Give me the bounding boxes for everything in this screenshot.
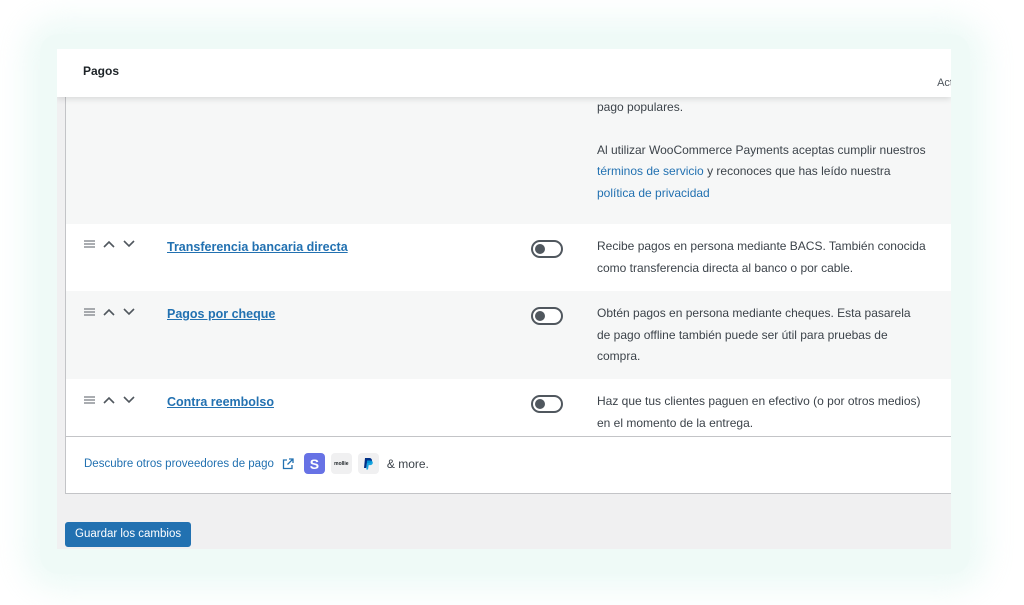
table-row-woocommerce-payments: pago populares. Al utilizar WooCommerce …: [66, 89, 951, 224]
gateway-description: Obtén pagos en persona mediante cheques.…: [597, 306, 911, 363]
other-providers-footer: Descubre otros proveedores de pago S mol…: [84, 453, 429, 474]
gateway-name-link[interactable]: Pagos por cheque: [167, 307, 275, 321]
page-title: Pagos: [83, 64, 120, 78]
discover-providers-link[interactable]: Descubre otros proveedores de pago: [84, 458, 274, 470]
drag-handle-icon[interactable]: [84, 240, 95, 248]
chevron-up-icon[interactable]: [103, 396, 115, 404]
table-row-cheque: Pagos por cheque Obtén pagos en persona …: [66, 291, 951, 379]
terms-of-service-link[interactable]: términos de servicio: [597, 164, 704, 178]
terms-intro: Al utilizar WooCommerce Payments aceptas…: [597, 142, 926, 157]
drag-handle-icon[interactable]: [84, 308, 95, 316]
toggle-knob: [535, 311, 545, 321]
chevron-up-icon[interactable]: [103, 240, 115, 248]
mollie-wordmark: mollie: [334, 460, 349, 467]
payment-gateways-table: pago populares. Al utilizar WooCommerce …: [65, 89, 951, 494]
chevron-down-icon[interactable]: [123, 396, 135, 404]
sort-controls: [84, 240, 135, 248]
gateway-description: Recibe pagos en persona mediante BACS. T…: [597, 239, 926, 275]
chevron-up-icon[interactable]: [103, 308, 115, 316]
privacy-policy-link[interactable]: política de privacidad: [597, 186, 710, 200]
paypal-icon: [364, 458, 374, 470]
top-bar: Pagos Act: [57, 49, 951, 97]
table-row-cod: Contra reembolso Haz que tus clientes pa…: [66, 379, 951, 436]
mollie-logo: mollie: [330, 453, 352, 474]
more-providers-text: & more.: [386, 456, 429, 471]
paypal-logo: [357, 453, 379, 474]
sort-controls: [84, 396, 135, 404]
stripe-letter: S: [309, 455, 320, 472]
gateway-enable-toggle[interactable]: [531, 240, 563, 258]
save-changes-button[interactable]: Guardar los cambios: [65, 522, 192, 547]
gateway-description: pago populares. Al utilizar WooCommerce …: [597, 97, 927, 204]
gateway-description: Haz que tus clientes paguen en efectivo …: [597, 394, 921, 430]
description-tail: pago populares.: [597, 100, 684, 114]
chevron-down-icon[interactable]: [123, 308, 135, 316]
settings-window: Pagos Act pago populares. Al utilizar Wo…: [57, 49, 951, 549]
gateway-enable-toggle[interactable]: [531, 307, 563, 325]
table-row-bacs: Transferencia bancaria directa Recibe pa…: [66, 224, 951, 291]
terms-paragraph: Al utilizar WooCommerce Payments aceptas…: [597, 140, 927, 205]
gateway-name-link[interactable]: Transferencia bancaria directa: [167, 240, 348, 254]
toggle-knob: [535, 399, 545, 409]
drag-handle-icon[interactable]: [84, 396, 95, 404]
gateway-enable-toggle[interactable]: [531, 395, 563, 413]
external-link-icon[interactable]: [282, 457, 294, 470]
chevron-down-icon[interactable]: [123, 240, 135, 248]
terms-mid: y reconoces que has leído nuestra: [707, 164, 891, 178]
toggle-knob: [535, 244, 545, 254]
stripe-logo: S: [303, 453, 325, 474]
top-bar-right-text: Act: [937, 77, 951, 89]
table-divider: [66, 436, 951, 437]
sort-controls: [84, 308, 135, 316]
gateway-name-link[interactable]: Contra reembolso: [167, 395, 274, 409]
